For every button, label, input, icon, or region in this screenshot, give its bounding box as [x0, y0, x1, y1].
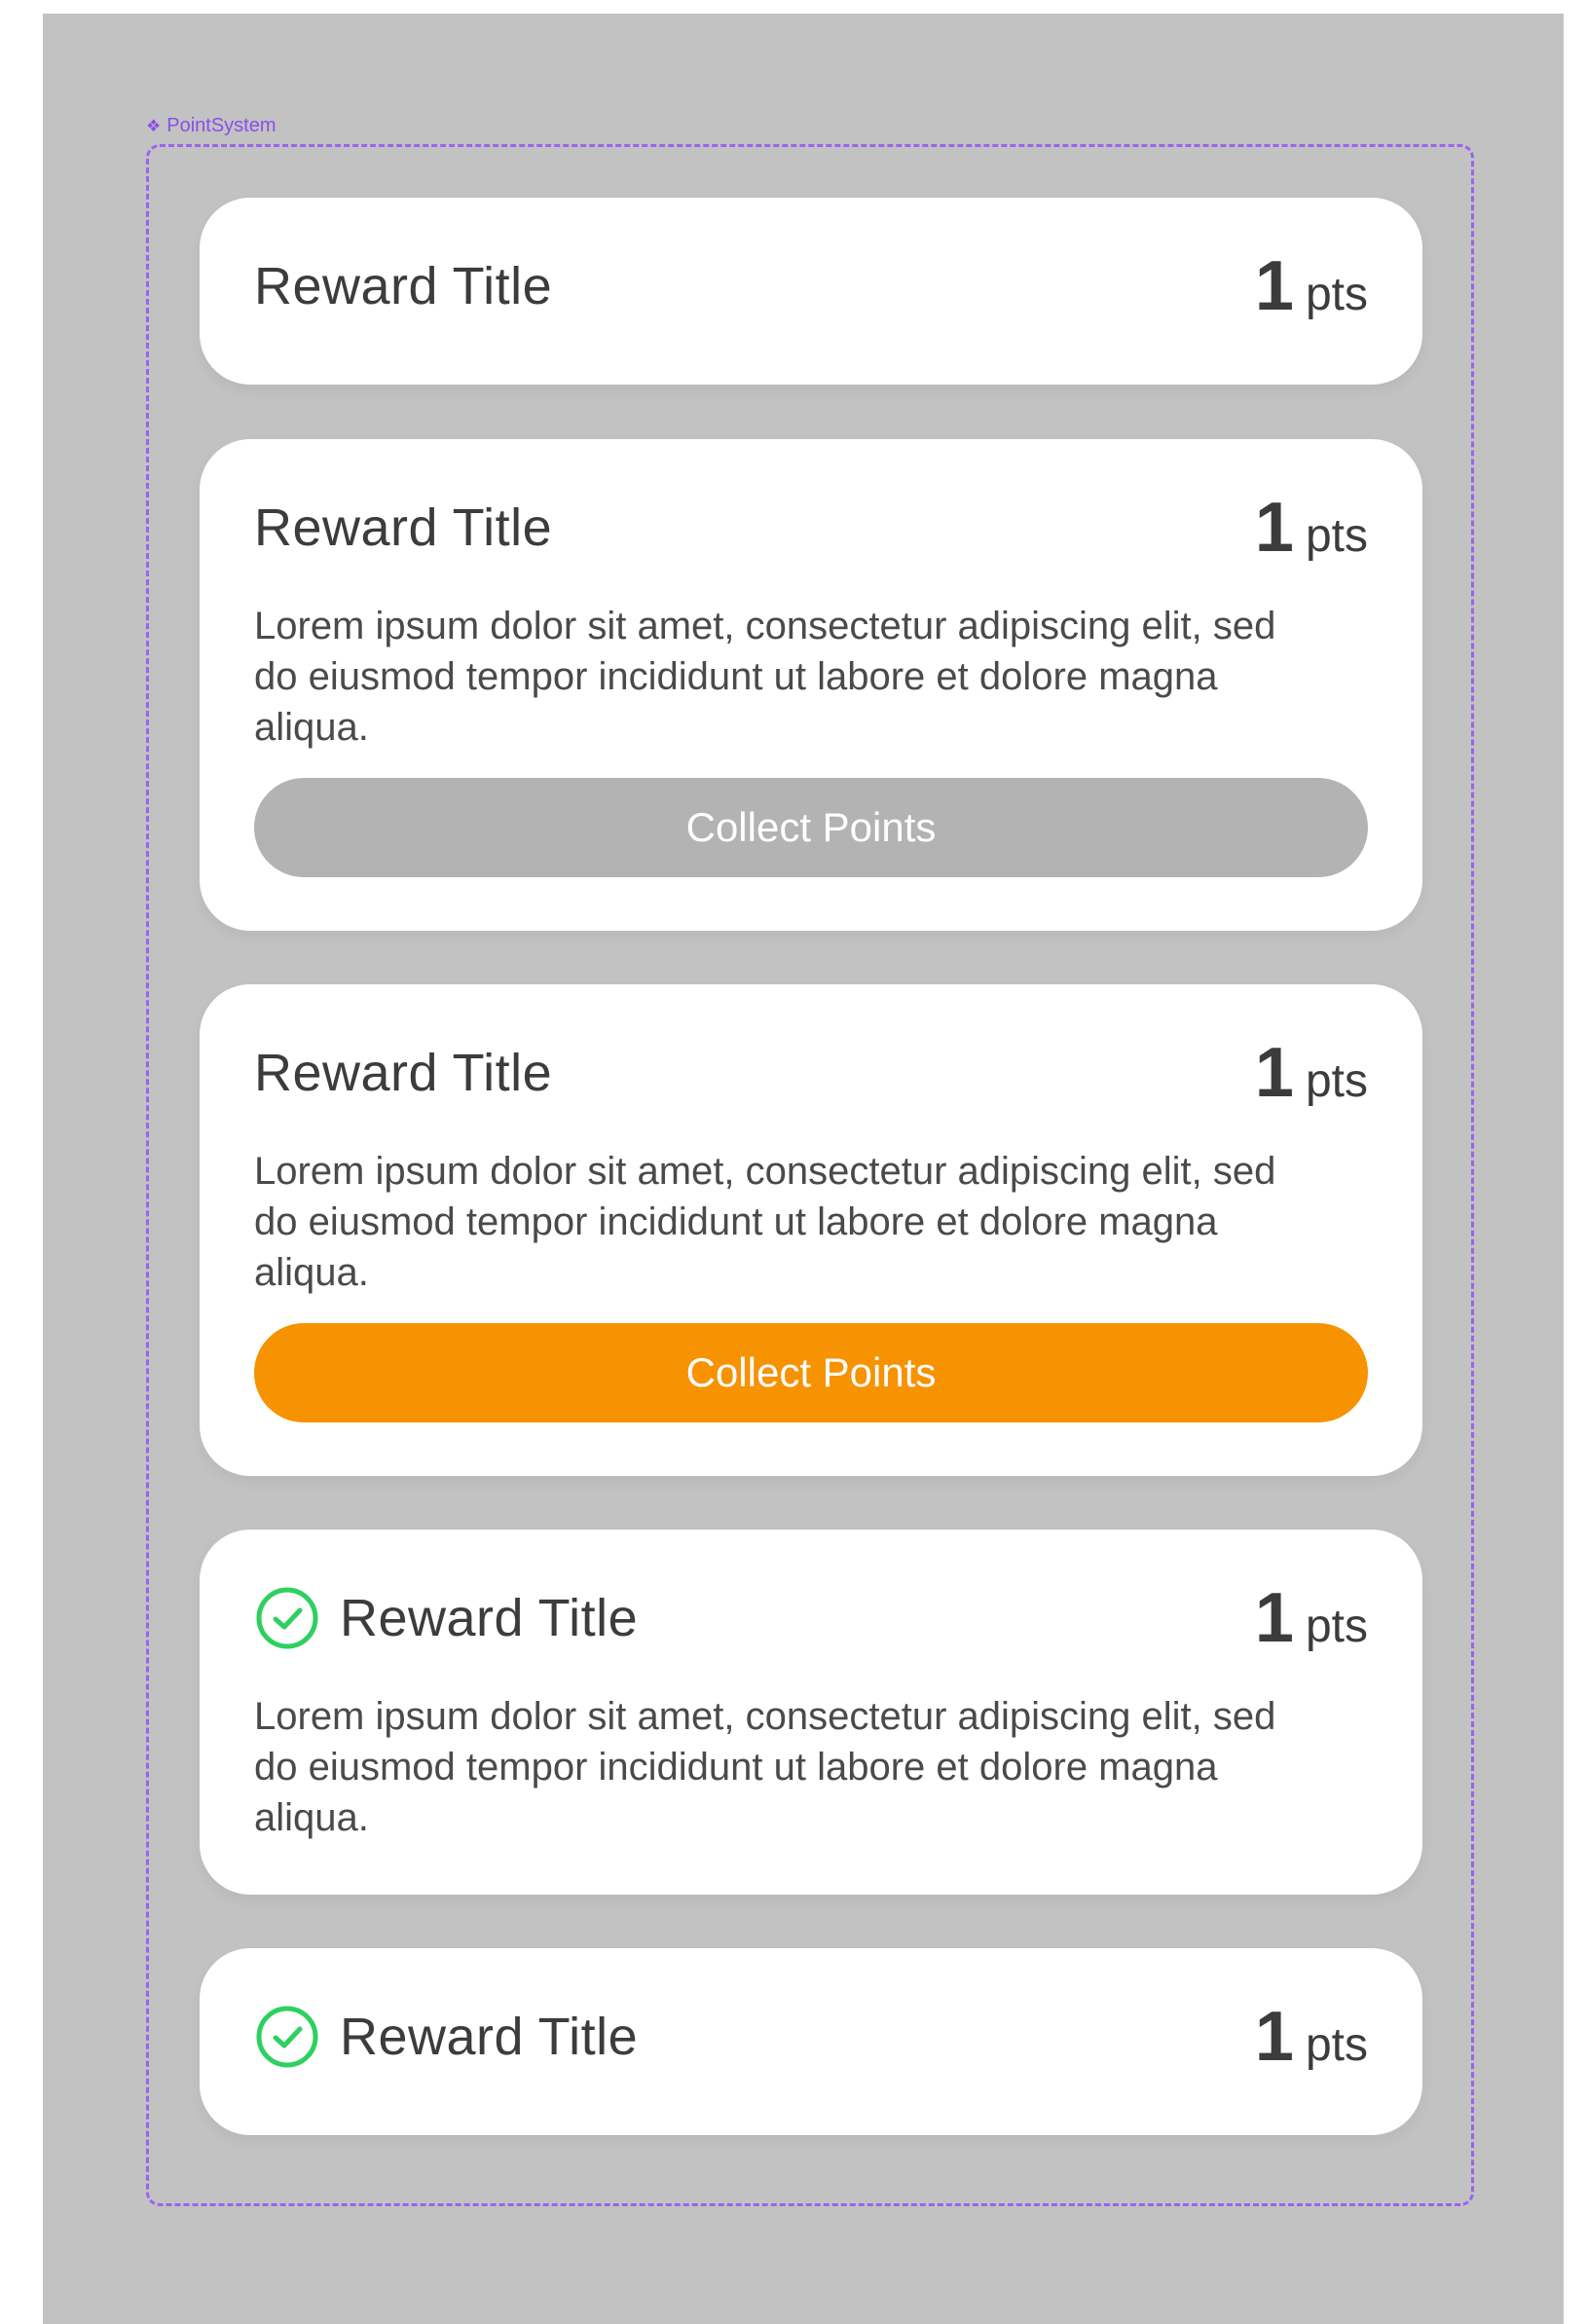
reward-title: Reward Title — [254, 257, 553, 315]
reward-points: 1 pts — [1255, 1578, 1368, 1658]
reward-points: 1 pts — [1255, 488, 1368, 568]
reward-header: Reward Title 1 pts — [254, 1033, 1368, 1113]
reward-card: Reward Title 1 pts — [200, 198, 1422, 385]
points-unit: pts — [1305, 2019, 1368, 2071]
reward-header: Reward Title 1 pts — [254, 488, 1368, 568]
points-unit: pts — [1305, 1601, 1368, 1652]
collect-points-button-disabled[interactable]: Collect Points — [254, 778, 1368, 877]
reward-card-completed: Reward Title 1 pts — [200, 1948, 1422, 2135]
reward-points: 1 pts — [1255, 1033, 1368, 1113]
reward-points: 1 pts — [1255, 1997, 1368, 2077]
collect-points-button[interactable]: Collect Points — [254, 1323, 1368, 1422]
points-unit: pts — [1305, 510, 1368, 562]
reward-card: Reward Title 1 pts Lorem ipsum dolor sit… — [200, 439, 1422, 931]
points-value: 1 — [1254, 489, 1294, 567]
points-unit: pts — [1305, 1055, 1368, 1107]
component-diamond-icon: ❖ — [146, 117, 162, 135]
reward-header: Reward Title 1 pts — [254, 246, 1368, 326]
reward-header: Reward Title 1 pts — [254, 1578, 1368, 1658]
reward-title: Reward Title — [340, 1589, 639, 1647]
reward-header: Reward Title 1 pts — [254, 1997, 1368, 2077]
reward-title: Reward Title — [254, 498, 553, 557]
reward-title-wrap: Reward Title — [254, 2004, 638, 2070]
points-value: 1 — [1254, 247, 1294, 325]
reward-title: Reward Title — [254, 1044, 553, 1102]
points-value: 1 — [1254, 1998, 1294, 2076]
reward-description: Lorem ipsum dolor sit amet, consectetur … — [254, 1695, 1276, 1839]
frame-label-text: PointSystem — [166, 115, 277, 136]
reward-title-wrap: Reward Title — [254, 498, 552, 558]
reward-description: Lorem ipsum dolor sit amet, consectetur … — [254, 1150, 1276, 1294]
points-value: 1 — [1254, 1579, 1294, 1657]
reward-description: Lorem ipsum dolor sit amet, consectetur … — [254, 605, 1276, 749]
check-circle-icon — [254, 1585, 320, 1651]
points-unit: pts — [1305, 269, 1368, 320]
reward-card: Reward Title 1 pts Lorem ipsum dolor sit… — [200, 984, 1422, 1476]
frame-label: ❖ PointSystem — [146, 115, 277, 137]
reward-title-wrap: Reward Title — [254, 1585, 638, 1651]
reward-points: 1 pts — [1255, 246, 1368, 326]
reward-title-wrap: Reward Title — [254, 1043, 552, 1103]
reward-title-wrap: Reward Title — [254, 256, 552, 316]
check-circle-icon — [254, 2004, 320, 2070]
reward-title: Reward Title — [340, 2008, 639, 2066]
reward-card-completed: Reward Title 1 pts Lorem ipsum dolor sit… — [200, 1530, 1422, 1895]
points-value: 1 — [1254, 1034, 1294, 1112]
